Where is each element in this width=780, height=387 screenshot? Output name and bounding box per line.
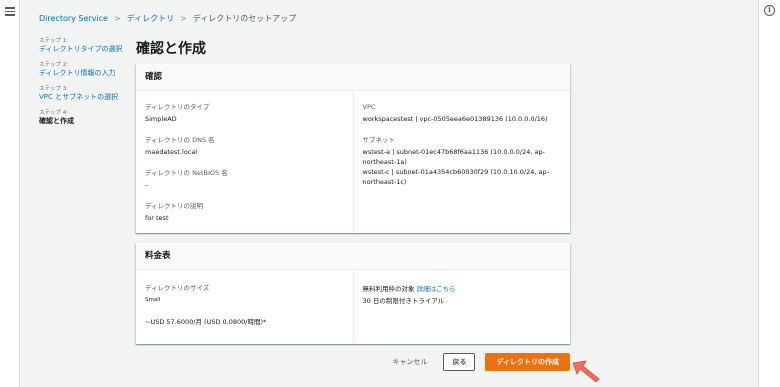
left-nav-rail [0,0,20,387]
step-label[interactable]: VPC とサブネットの選択 [39,93,129,102]
hamburger-menu-icon[interactable] [5,7,15,16]
info-icon[interactable]: i [764,5,775,16]
breadcrumb-separator: > [180,14,187,23]
back-button[interactable]: 戻る [443,353,476,371]
review-panel: 確認 ディレクトリのタイプ SimpleAD ディレクトリの DNS 名 mae… [136,64,570,233]
step-label: 確認と作成 [39,117,74,125]
subnet-value: wstest-c | subnet-01a4354cb60030f29 (10.… [362,168,549,186]
size-label: ディレクトリのサイズ [145,284,210,292]
field-value: for test [145,214,169,222]
dns-name-field: ディレクトリの DNS 名 maedatest.local [145,136,344,157]
step-number: ステップ 1: [39,38,69,44]
review-panel-header: 確認 [136,64,570,91]
pricing-panel-header: 料金表 [136,243,570,270]
subnet-field: サブネット wstest-a | subnet-01ec47b68f6aa113… [363,136,562,187]
step-number: ステップ 2: [39,62,69,68]
breadcrumb-separator: > [113,14,121,23]
field-value: – [145,181,149,189]
field-label: ディレクトリの DNS 名 [145,136,215,144]
breadcrumb-directories[interactable]: ディレクトリ [127,13,174,24]
breadcrumb-directory-service[interactable]: Directory Service [39,14,108,23]
red-arrow-icon [572,360,600,383]
step-label[interactable]: ディレクトリ情報の入力 [39,69,129,78]
size-value: Small [145,297,161,303]
trial-text: 30 日の制限付きトライアル [362,297,445,305]
price-value: ~USD 57.6000/月 (USD 0.0800/時間)* [145,318,267,326]
wizard-actions: キャンセル 戻る ディレクトリの作成 [386,353,570,371]
free-tier-line: 無料利用枠の対象 詳細はこちら [363,284,562,294]
step-label[interactable]: ディレクトリタイプの選択 [39,45,129,54]
step-number: ステップ 3: [39,86,69,92]
step-number: ステップ 4: [39,110,69,116]
description-field: ディレクトリの説明 for test [145,202,344,223]
field-value: workspacestest | vpc-0505eea6e01389136 (… [362,115,548,123]
wizard-step-3[interactable]: ステップ 3: VPC とサブネットの選択 [39,85,129,102]
pricing-panel: 料金表 ディレクトリのサイズ Small ~USD 57.6000/月 (USD… [136,243,570,344]
field-value: SimpleAD [145,115,177,123]
field-label: VPC [362,103,376,111]
wizard-step-1[interactable]: ステップ 1: ディレクトリタイプの選択 [39,37,129,54]
directory-type-field: ディレクトリのタイプ SimpleAD [145,103,344,124]
field-label: ディレクトリの説明 [145,202,204,210]
wizard-step-2[interactable]: ステップ 2: ディレクトリ情報の入力 [39,61,129,78]
wizard-steps: ステップ 1: ディレクトリタイプの選択 ステップ 2: ディレクトリ情報の入力… [39,37,129,133]
field-value: maedatest.local [145,148,198,156]
subnet-value: wstest-a | subnet-01ec47b68f6aa1136 (10.… [362,148,545,166]
page-title: 確認と作成 [136,41,206,57]
field-label: ディレクトリのタイプ [145,103,210,111]
cancel-button[interactable]: キャンセル [386,357,433,367]
create-directory-button[interactable]: ディレクトリの作成 [485,353,570,371]
wizard-step-4: ステップ 4: 確認と作成 [39,109,129,126]
breadcrumb: Directory Service > ディレクトリ > ディレクトリのセットア… [39,13,296,24]
vpc-field: VPC workspacestest | vpc-0505eea6e013891… [363,103,562,124]
right-help-rail: i [758,0,780,387]
breadcrumb-current: ディレクトリのセットアップ [192,14,297,23]
netbios-name-field: ディレクトリの NetBIOS 名 – [145,169,344,190]
field-label: ディレクトリの NetBIOS 名 [145,169,228,177]
free-tier-details-link[interactable]: 詳細はこちら [417,285,456,293]
free-tier-text: 無料利用枠の対象 [362,285,415,293]
field-label: サブネット [362,136,396,144]
